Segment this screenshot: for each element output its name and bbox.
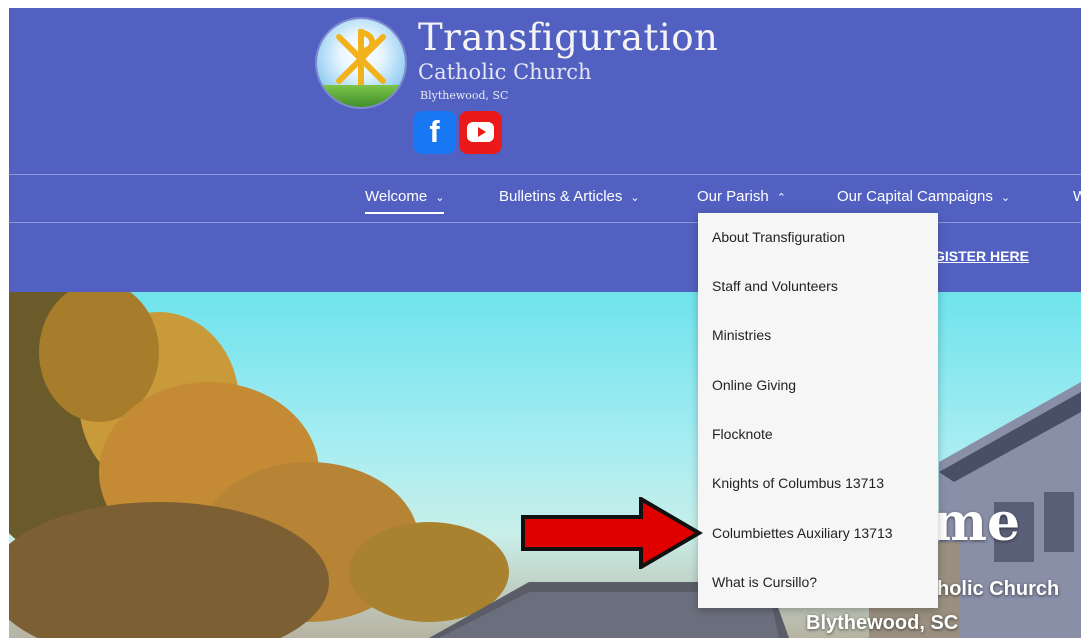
chevron-down-icon: ⌄ [1000, 192, 1011, 204]
chevron-down-icon: ⌄ [630, 192, 640, 204]
hero-welcome-text: me [932, 492, 1021, 553]
nav-item-welcome[interactable]: Welcome ⌄ [365, 188, 445, 214]
youtube-button[interactable] [459, 111, 502, 154]
chevron-up-icon: ⌃ [776, 192, 786, 204]
nav-item-label: Our Parish [697, 188, 769, 205]
play-icon [478, 127, 486, 137]
menu-item-about[interactable]: About Transfiguration [712, 229, 845, 245]
facebook-icon: f [429, 114, 440, 149]
hero-church-text: holic Church [937, 578, 1060, 600]
nav-item-label: Bulletins & Articles [499, 188, 623, 205]
page-frame: Transfiguration Catholic Church Blythewo… [9, 8, 1081, 638]
chi-rho-icon [336, 29, 386, 89]
red-arrow-icon [521, 497, 703, 569]
nav-item-capital-campaigns[interactable]: Our Capital Campaigns ⌄ [837, 188, 1010, 205]
menu-item-knights[interactable]: Knights of Columbus 13713 [712, 475, 884, 491]
nav-item-bulletins[interactable]: Bulletins & Articles ⌄ [499, 188, 640, 205]
nav-item-label: Welcome [365, 188, 428, 205]
nav-item-label: Our Capital Campaigns [837, 188, 993, 205]
menu-item-online-giving[interactable]: Online Giving [712, 377, 796, 393]
church-logo[interactable] [317, 19, 405, 107]
menu-item-cursillo[interactable]: What is Cursillo? [712, 574, 817, 590]
logo-grass [317, 85, 405, 107]
site-location: Blythewood, SC [420, 89, 509, 102]
chevron-down-icon: ⌄ [435, 192, 445, 204]
menu-item-flocknote[interactable]: Flocknote [712, 426, 773, 442]
facebook-button[interactable]: f [413, 111, 456, 154]
nav-item-our-parish[interactable]: Our Parish ⌃ [697, 188, 786, 205]
active-underline [365, 212, 445, 214]
menu-item-staff[interactable]: Staff and Volunteers [712, 278, 838, 294]
register-link[interactable]: GISTER HERE [934, 248, 1029, 264]
nav-item-overflow[interactable]: W [1073, 188, 1081, 205]
site-subtitle: Catholic Church [418, 60, 592, 84]
menu-item-columbiettes[interactable]: Columbiettes Auxiliary 13713 [712, 525, 893, 541]
hero-location-text: Blythewood, SC [806, 612, 959, 634]
menu-item-ministries[interactable]: Ministries [712, 327, 771, 343]
our-parish-dropdown: About Transfiguration Staff and Voluntee… [698, 213, 938, 608]
site-title[interactable]: Transfiguration [418, 16, 718, 59]
